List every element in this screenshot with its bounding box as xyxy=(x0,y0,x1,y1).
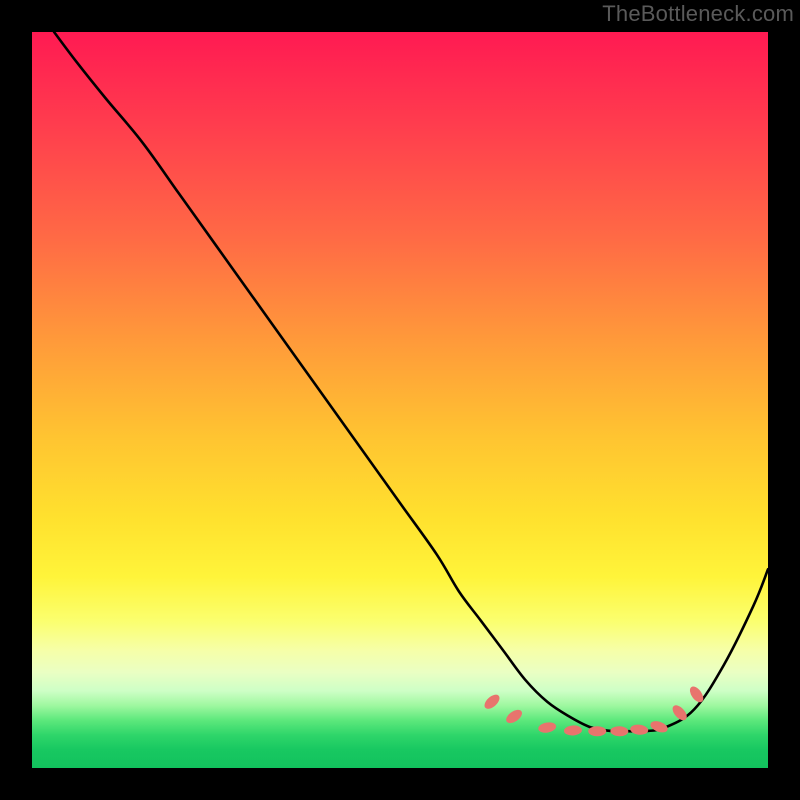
bottleneck-curve xyxy=(54,32,768,731)
chart-frame: TheBottleneck.com xyxy=(0,0,800,800)
marker-bead xyxy=(630,724,649,736)
marker-beads-group xyxy=(482,684,706,736)
watermark-label: TheBottleneck.com xyxy=(602,1,794,27)
plot-area xyxy=(32,32,768,768)
marker-bead xyxy=(504,707,524,726)
marker-bead xyxy=(537,721,556,734)
marker-bead xyxy=(564,725,583,736)
marker-bead xyxy=(687,684,706,704)
marker-bead xyxy=(610,726,628,737)
marker-bead xyxy=(482,692,502,711)
curve-layer xyxy=(32,32,768,768)
marker-bead xyxy=(649,719,669,735)
marker-bead xyxy=(588,726,606,736)
